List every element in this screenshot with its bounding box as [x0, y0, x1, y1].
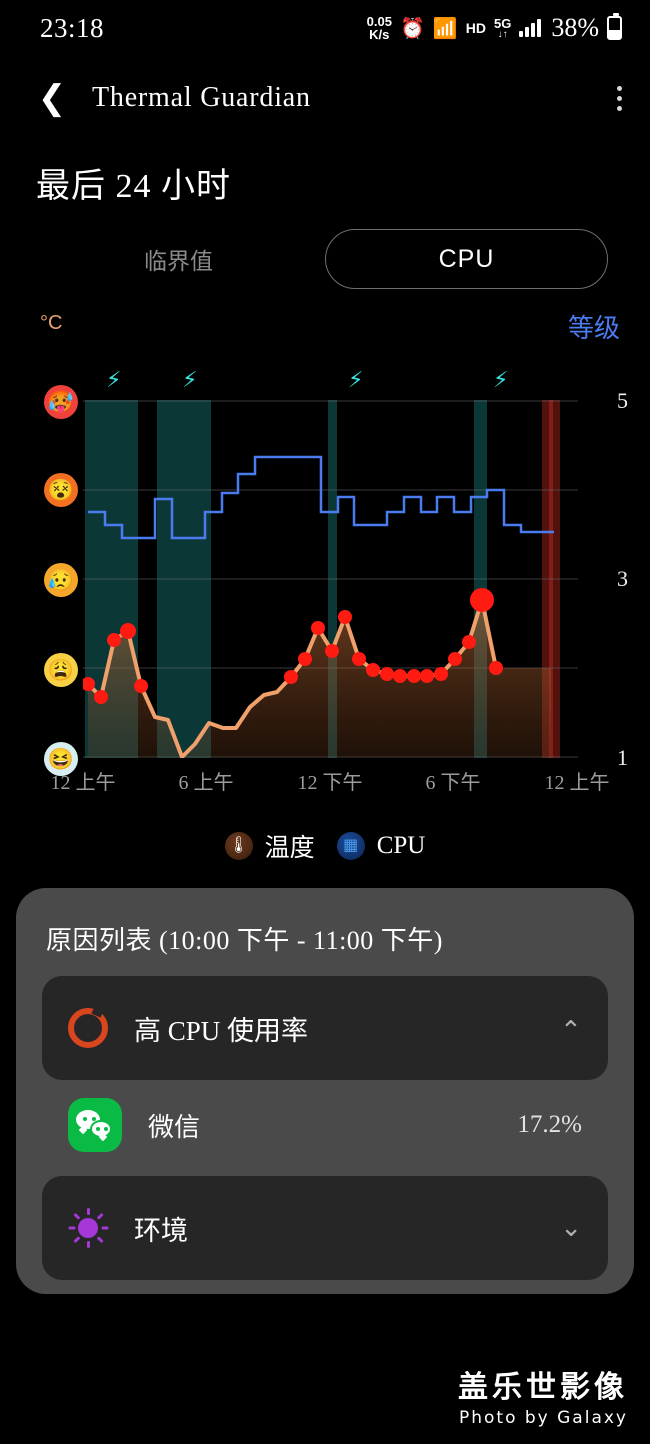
right-tick-3: 3	[617, 566, 628, 591]
reasons-card: 原因列表 (10:00 下午 - 11:00 下午) 高 CPU 使用率 ⌄ 微…	[16, 888, 634, 1294]
chart-svg	[83, 400, 578, 758]
app-name-wechat: 微信	[148, 1112, 201, 1142]
reason-item-high-cpu[interactable]: 高 CPU 使用率 ⌄	[42, 976, 608, 1080]
kebab-menu-icon[interactable]	[617, 85, 622, 111]
x-tick-1: 6 上午	[178, 772, 234, 794]
battery-percent: 38%	[551, 13, 599, 42]
lightning-bolt-icon: ⚡	[348, 368, 364, 393]
lightning-bolt-icon: ⚡	[182, 368, 198, 393]
right-axis-unit-label: 等级	[567, 314, 620, 343]
hd-icon: HD	[465, 20, 486, 36]
weary-face-emoji: 😩	[44, 653, 78, 687]
chart-x-axis: 12 上午 6 上午 12 下午 6 下午 12 上午	[0, 766, 650, 800]
sad-sweat-face-emoji: 😥	[44, 563, 78, 597]
ambient-temperature-icon	[68, 1208, 108, 1248]
watermark-cn: 盖乐世影像	[458, 1370, 628, 1405]
thermal-chart[interactable]: °C 等级 ⚡ ⚡ ⚡ ⚡ 🥵 😵 😥 😩 😆 5 3 1 12 上午 6 上午…	[0, 300, 650, 820]
left-axis-unit-label: °C	[40, 312, 63, 334]
threshold-row: 临界值 CPU	[0, 228, 650, 290]
wechat-app-icon	[68, 1098, 122, 1152]
page-title: Thermal Guardian	[92, 82, 311, 113]
signal-bars-icon	[519, 19, 542, 37]
watermark: 盖乐世影像 Photo by Galaxy	[458, 1362, 628, 1428]
right-tick-5: 5	[617, 388, 628, 413]
charging-markers: ⚡ ⚡ ⚡ ⚡	[0, 370, 650, 396]
wifi-icon: 📶	[432, 16, 458, 40]
app-usage-value-wechat: 17.2%	[517, 1111, 582, 1138]
legend-item-temperature[interactable]: 🌡 温度	[224, 828, 315, 864]
threshold-label: 临界值	[144, 249, 213, 274]
network-speed-unit: K/s	[369, 27, 390, 42]
legend-item-cpu[interactable]: ▦ CPU	[336, 832, 426, 860]
hot-face-emoji: 🥵	[44, 385, 78, 419]
reason-label-ambient: 环境	[134, 1215, 188, 1246]
legend-label-temperature: 温度	[264, 835, 315, 862]
x-tick-4: 12 上午	[544, 772, 610, 794]
network-arrows: ↓↑	[497, 28, 508, 40]
x-tick-2: 12 下午	[297, 772, 363, 794]
high-cpu-usage-icon	[68, 1008, 108, 1048]
battery-icon	[607, 13, 622, 40]
range-title: 最后 24 小时	[36, 168, 231, 205]
dizzy-hot-face-emoji: 😵	[44, 473, 78, 507]
reason-item-ambient[interactable]: 环境 ⌄	[42, 1176, 608, 1280]
status-bar: 23:18 0.05 K/s ⏰ 📶 HD 5G ↓↑ 38%	[0, 0, 650, 56]
watermark-en: Photo by Galaxy	[458, 1408, 628, 1428]
x-tick-0: 12 上午	[50, 772, 116, 794]
network-speed-indicator: 0.05 K/s	[367, 15, 392, 41]
chevron-up-icon[interactable]: ⌄	[560, 1013, 582, 1043]
mode-toggle-button[interactable]: CPU	[325, 229, 608, 289]
lightning-bolt-icon: ⚡	[493, 368, 509, 393]
reason-label-high-cpu: 高 CPU 使用率	[134, 1015, 309, 1046]
x-tick-3: 6 下午	[425, 772, 481, 794]
alarm-clock-icon: ⏰	[399, 16, 425, 40]
temperature-level-axis: 🥵 😵 😥 😩 😆	[44, 385, 78, 776]
status-time: 23:18	[40, 12, 105, 43]
network-type-label: 5G	[493, 15, 512, 31]
lightning-bolt-icon: ⚡	[106, 368, 122, 393]
app-bar: ❮ Thermal Guardian	[0, 62, 650, 134]
back-chevron-icon[interactable]: ❮	[34, 80, 70, 116]
thermometer-icon: 🌡	[224, 832, 253, 860]
cpu-chip-icon: ▦	[336, 832, 365, 860]
chart-plot-area[interactable]	[83, 400, 578, 758]
legend-label-cpu: CPU	[376, 832, 426, 859]
chevron-down-icon[interactable]: ⌄	[560, 1215, 582, 1241]
highlighted-data-point	[470, 588, 494, 612]
app-usage-row-wechat[interactable]: 微信 17.2%	[42, 1084, 608, 1166]
chart-legend: 🌡 温度 ▦ CPU	[0, 822, 650, 870]
network-type-icon: 5G ↓↑	[494, 17, 511, 40]
reasons-card-header: 原因列表 (10:00 下午 - 11:00 下午)	[46, 926, 443, 955]
status-icons: 0.05 K/s ⏰ 📶 HD 5G ↓↑ 38%	[367, 13, 622, 43]
